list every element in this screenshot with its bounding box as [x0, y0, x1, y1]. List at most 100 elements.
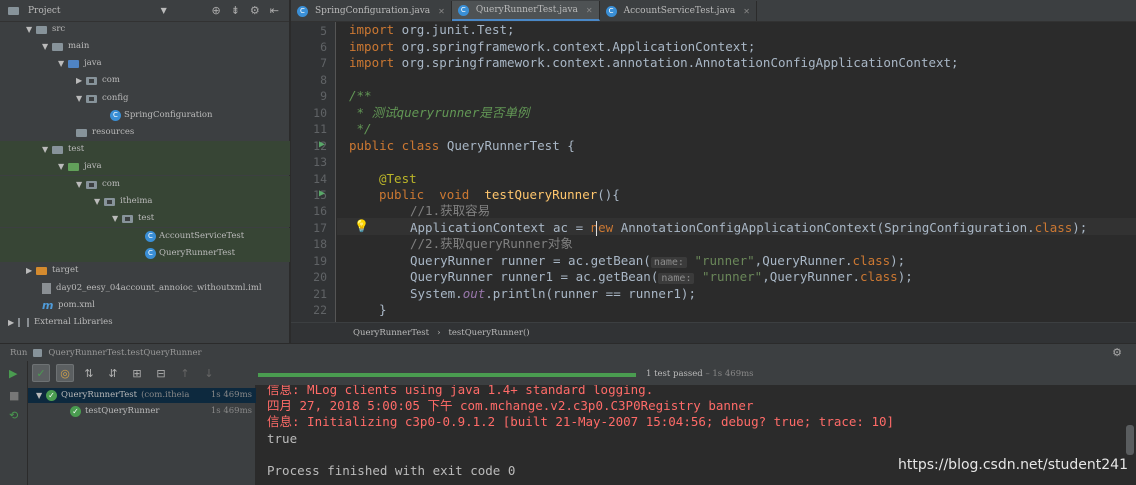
chevron-down-icon[interactable]: ▼	[94, 193, 104, 210]
project-panel-title[interactable]: Project	[28, 6, 61, 16]
chevron-down-icon[interactable]: ▼	[58, 55, 68, 72]
chevron-down-icon[interactable]: ▼	[26, 21, 36, 38]
line-number: 6	[320, 40, 327, 54]
chevron-down-icon[interactable]: ▼	[42, 141, 52, 158]
tree-item-label: com	[102, 75, 120, 85]
close-icon[interactable]: ✕	[743, 7, 750, 16]
tree-item-test-com[interactable]: ▼ com	[0, 176, 290, 193]
code-line-18: //2.获取queryRunner对象	[410, 236, 573, 251]
tree-item-config[interactable]: ▼ config	[76, 90, 128, 107]
test-status-text: 1 test passed	[646, 369, 703, 379]
tab-accountservicetest[interactable]: C AccountServiceTest.java ✕	[600, 1, 757, 21]
collapse-all-icon[interactable]: ⊟	[152, 364, 170, 382]
collapse-icon[interactable]: ⇟	[231, 4, 240, 17]
tree-item-com[interactable]: ▶ com	[76, 72, 120, 89]
arrow-up-icon[interactable]: ↑	[176, 364, 194, 382]
gear-icon[interactable]: ⚙	[250, 4, 260, 17]
chevron-down-icon[interactable]: ▼	[36, 388, 46, 403]
tree-item-src[interactable]: ▼ src	[26, 21, 65, 38]
line-number: 14	[313, 172, 327, 186]
console-scrollbar[interactable]	[1126, 425, 1134, 455]
tree-item-java[interactable]: ▼ java	[58, 55, 102, 72]
parameter-hint: name:	[658, 273, 695, 284]
tree-item-queryrunnertest[interactable]: C QueryRunnerTest	[0, 245, 290, 262]
tree-item-target[interactable]: ▶ target	[26, 262, 78, 279]
class-icon: C	[297, 5, 308, 17]
tree-item-itheima[interactable]: ▼ itheima	[0, 193, 290, 210]
method-name: testQueryRunner	[469, 187, 598, 202]
project-panel-header: Project ▼ ⊕ ⇟ ⚙ ⇤	[0, 0, 289, 22]
stop-icon[interactable]: ■	[9, 389, 19, 402]
sort-duration-icon[interactable]: ⇵	[104, 364, 122, 382]
breadcrumb-item-method[interactable]: testQueryRunner()	[448, 328, 529, 338]
console-line: 四月 27, 2018 5:00:05 下午 com.mchange.v2.c3…	[267, 398, 754, 413]
show-passed-toggle[interactable]: ✓	[32, 364, 50, 382]
folder-icon	[36, 25, 47, 34]
chevron-down-icon[interactable]: ▼	[58, 158, 68, 175]
close-icon[interactable]: ✕	[438, 7, 445, 16]
chevron-down-icon[interactable]: ▼	[161, 6, 167, 15]
tree-item-iml-file[interactable]: day02_eesy_04account_annoioc_withoutxml.…	[42, 280, 262, 297]
gear-icon[interactable]: ⚙	[1112, 346, 1136, 359]
hide-icon[interactable]: ⇤	[270, 4, 279, 17]
code-text: QueryRunner runner1 = ac.getBean(	[410, 269, 659, 284]
lightbulb-icon[interactable]: 💡	[354, 219, 369, 233]
run-panel-header: Run QueryRunnerTest.testQueryRunner ⚙	[0, 343, 1136, 361]
code-line-11: */	[349, 121, 372, 136]
code-line-19: QueryRunner runner = ac.getBean(name: "r…	[410, 253, 905, 269]
package-icon	[86, 94, 97, 103]
run-gutter-icon[interactable]: ▶	[319, 139, 325, 150]
code-text: );	[890, 253, 906, 268]
breadcrumb-item-class[interactable]: QueryRunnerTest	[353, 328, 429, 338]
tree-item-label: AccountServiceTest	[159, 231, 245, 241]
rerun-failed-icon[interactable]: ⟲	[9, 409, 18, 422]
tree-item-resources[interactable]: resources	[76, 124, 134, 141]
tree-item-label: pom.xml	[58, 300, 95, 310]
code-text: .println(runner == runner1);	[485, 286, 696, 301]
expand-all-icon[interactable]: ⊞	[128, 364, 146, 382]
code-line-20: QueryRunner runner1 = ac.getBean(name: "…	[410, 269, 913, 285]
tree-item-external-libraries[interactable]: ▶ External Libraries	[8, 314, 113, 331]
chevron-down-icon[interactable]: ▼	[76, 90, 86, 107]
locate-icon[interactable]: ⊕	[211, 4, 220, 17]
show-ignored-toggle[interactable]: ◎	[56, 364, 74, 382]
code-line-7: import org.springframework.context.annot…	[349, 55, 959, 71]
code-text: QueryRunner runner = ac.getBean(	[410, 253, 651, 268]
chevron-down-icon[interactable]: ▼	[76, 176, 86, 193]
sort-alpha-icon[interactable]: ⇅	[80, 364, 98, 382]
run-gutter-icon[interactable]: ▶	[319, 188, 325, 199]
keyword: public void	[379, 187, 470, 202]
chevron-down-icon[interactable]: ▼	[112, 210, 122, 227]
line-number: 13	[313, 155, 327, 169]
arrow-down-icon[interactable]: ↓	[200, 364, 218, 382]
test-folder-icon	[68, 162, 79, 171]
tree-item-pom[interactable]: m pom.xml	[42, 297, 95, 314]
tree-item-accountservicetest[interactable]: C AccountServiceTest	[0, 228, 290, 245]
project-panel: Project ▼ ⊕ ⇟ ⚙ ⇤ ▼ src ▼ main ▼ java ▶ com …	[0, 0, 290, 343]
tab-springconfiguration[interactable]: C SpringConfiguration.java ✕	[291, 1, 452, 21]
test-suite-row[interactable]: ▼ ✓ QueryRunnerTest (com.itheia 1s 469ms	[28, 388, 256, 403]
chevron-right-icon[interactable]: ▶	[26, 262, 36, 279]
chevron-right-icon: ›	[437, 328, 441, 338]
test-case-row[interactable]: ✓ testQueryRunner 1s 469ms	[28, 404, 256, 419]
static-field: out	[462, 286, 486, 301]
code-editor[interactable]: 5 6 7 8 9 10 11 12 13 14 15 16 17 18 19 …	[291, 22, 1136, 322]
code-line-10: * 测试queryrunner是否单例	[349, 105, 530, 120]
code-line-9: /**	[349, 88, 372, 103]
tree-item-test[interactable]: ▼ test	[0, 141, 290, 158]
tab-queryrunnertest[interactable]: C QueryRunnerTest.java ✕	[451, 1, 600, 21]
test-class-icon: C	[145, 231, 156, 242]
run-config-tab[interactable]: QueryRunnerTest.testQueryRunner	[48, 348, 201, 358]
chevron-down-icon[interactable]: ▼	[42, 38, 52, 55]
chevron-right-icon[interactable]: ▶	[8, 314, 18, 331]
tree-item-test-pkg[interactable]: ▼ test	[0, 210, 290, 227]
code-text: ,QueryRunner.	[754, 253, 853, 268]
close-icon[interactable]: ✕	[586, 6, 593, 15]
tree-item-springconfiguration[interactable]: C SpringConfiguration	[110, 107, 213, 124]
code-text: );	[897, 269, 913, 284]
tree-item-label: test	[138, 213, 155, 223]
tree-item-test-java[interactable]: ▼ java	[0, 158, 290, 175]
rerun-icon[interactable]: ▶	[9, 367, 17, 380]
tree-item-main[interactable]: ▼ main	[42, 38, 89, 55]
chevron-right-icon[interactable]: ▶	[76, 72, 86, 89]
